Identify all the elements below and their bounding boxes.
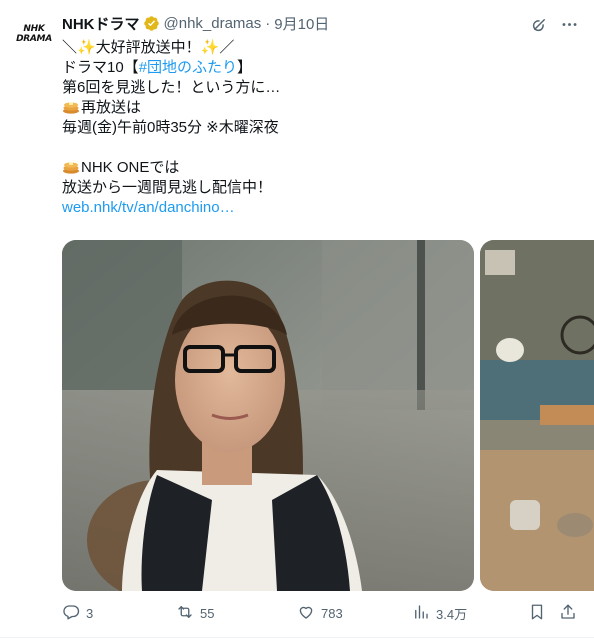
text-line-4-content: 再放送は (81, 99, 142, 116)
tweet-actions: 3 55 783 3.4万 (62, 600, 582, 626)
retweet-icon (176, 603, 194, 624)
like-count: 783 (321, 605, 343, 621)
media-photo-1[interactable] (62, 240, 474, 591)
share-button[interactable] (559, 600, 577, 626)
separator-dot: · (265, 14, 271, 32)
verified-badge-icon[interactable] (143, 15, 160, 32)
media-photo-2[interactable] (480, 240, 594, 591)
text-line-5: 毎週(金)午前0時35分 ※木曜深夜 (62, 119, 279, 136)
reply-icon (62, 603, 80, 624)
pancake-emoji (62, 160, 80, 174)
grok-icon[interactable] (528, 13, 550, 35)
bookmark-icon (528, 603, 546, 624)
text-line-4: 再放送は (62, 98, 577, 118)
tweet-date[interactable]: 9月10日 (274, 13, 329, 34)
retweet-button[interactable]: 55 (176, 600, 214, 626)
text-line-2: ドラマ10【#団地のふたり】 (62, 58, 577, 78)
tweet-header: NHKドラマ @nhk_dramas · 9月10日 (62, 12, 329, 34)
reply-count: 3 (86, 605, 94, 621)
more-icon[interactable] (558, 13, 580, 35)
bookmark-button[interactable] (528, 600, 546, 626)
share-icon (559, 603, 577, 624)
like-button[interactable]: 783 (297, 600, 343, 626)
views-count: 3.4万 (436, 606, 468, 622)
tweet-text: ＼✨大好評放送中！✨／ ドラマ10【#団地のふたり】 第6回を見逃した！という方… (62, 38, 577, 218)
author-handle[interactable]: @nhk_dramas (164, 15, 262, 32)
text-line-1: ＼✨大好評放送中！✨／ (62, 39, 235, 56)
reply-button[interactable]: 3 (62, 600, 93, 626)
author-name[interactable]: NHKドラマ (62, 13, 140, 34)
text-line-6-content: NHK ONEでは (81, 159, 180, 176)
tweet-card[interactable]: NHK DRAMA NHKドラマ @nhk_dramas · 9月10日 ＼✨大… (0, 0, 594, 638)
media-carousel (62, 240, 594, 591)
external-link[interactable]: web.nhk/tv/an/danchino… (62, 199, 235, 216)
text-line-2-prefix: ドラマ10【 (62, 59, 139, 76)
avatar[interactable]: NHK DRAMA (14, 14, 54, 54)
views-button[interactable]: 3.4万 (412, 600, 467, 626)
hashtag-link[interactable]: #団地のふたり (139, 59, 237, 76)
text-line-8: web.nhk/tv/an/danchino… (62, 198, 577, 218)
pancake-emoji (62, 100, 80, 114)
retweet-count: 55 (200, 605, 215, 621)
avatar-logo-drama: DRAMA (16, 33, 52, 44)
like-icon (297, 603, 315, 624)
text-line-3: 第6回を見逃した！という方に… (62, 79, 281, 96)
avatar-logo-nhk: NHK (23, 23, 45, 34)
text-line-7: 放送から一週間見逃し配信中！ (62, 179, 273, 196)
text-line-2-suffix: 】 (237, 59, 253, 76)
views-icon (412, 603, 430, 624)
text-line-6: NHK ONEでは (62, 158, 577, 178)
